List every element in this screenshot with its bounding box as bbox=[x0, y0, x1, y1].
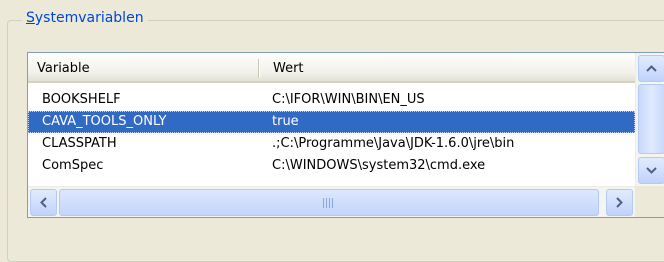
system-variables-list[interactable]: Variable Wert BOOKSHELF C:\IFOR\WIN\BIN\… bbox=[27, 52, 664, 218]
horizontal-scroll-thumb[interactable] bbox=[59, 189, 599, 216]
table-row[interactable]: BOOKSHELF C:\IFOR\WIN\BIN\EN_US bbox=[28, 89, 635, 111]
chevron-right-icon bbox=[616, 197, 623, 208]
column-header-value[interactable]: Wert bbox=[260, 53, 635, 81]
vertical-scrollbar[interactable] bbox=[635, 53, 664, 186]
column-divider[interactable] bbox=[258, 59, 259, 78]
scroll-right-button[interactable] bbox=[606, 189, 633, 216]
horizontal-scrollbar[interactable] bbox=[28, 186, 635, 217]
variable-value-cell: .;C:\Programme\Java\JDK-1.6.0\jre\bin bbox=[272, 136, 515, 151]
variable-value-cell: C:\IFOR\WIN\BIN\EN_US bbox=[272, 92, 425, 107]
scrollbar-corner bbox=[635, 186, 664, 217]
variable-value-cell: true bbox=[272, 114, 299, 129]
table-row-selected[interactable]: CAVA_TOOLS_ONLY true bbox=[28, 111, 635, 133]
variable-value-cell: C:\WINDOWS\system32\cmd.exe bbox=[272, 158, 486, 173]
scroll-down-button[interactable] bbox=[638, 157, 664, 184]
list-rows: BOOKSHELF C:\IFOR\WIN\BIN\EN_US CAVA_TOO… bbox=[28, 89, 635, 177]
column-header-variable[interactable]: Variable bbox=[28, 53, 260, 81]
chevron-left-icon bbox=[40, 197, 47, 208]
variable-name-cell: BOOKSHELF bbox=[42, 92, 121, 107]
list-header: Variable Wert bbox=[28, 53, 635, 83]
variable-name-cell: CLASSPATH bbox=[42, 136, 117, 151]
group-title-text: ystemvariablen bbox=[34, 10, 144, 26]
grip-icon bbox=[323, 197, 335, 208]
group-title-accelerator: S bbox=[26, 10, 35, 26]
variable-name-cell: CAVA_TOOLS_ONLY bbox=[42, 114, 167, 129]
table-row[interactable]: ComSpec C:\WINDOWS\system32\cmd.exe bbox=[28, 155, 635, 177]
chevron-down-icon bbox=[646, 167, 657, 174]
scroll-left-button[interactable] bbox=[30, 189, 57, 216]
vertical-scroll-thumb[interactable] bbox=[638, 84, 664, 154]
table-row[interactable]: CLASSPATH .;C:\Programme\Java\JDK-1.6.0\… bbox=[28, 133, 635, 155]
scroll-up-button[interactable] bbox=[638, 55, 664, 82]
chevron-up-icon bbox=[646, 65, 657, 72]
variable-name-cell: ComSpec bbox=[42, 158, 104, 173]
group-title: Systemvariablen bbox=[22, 9, 148, 27]
